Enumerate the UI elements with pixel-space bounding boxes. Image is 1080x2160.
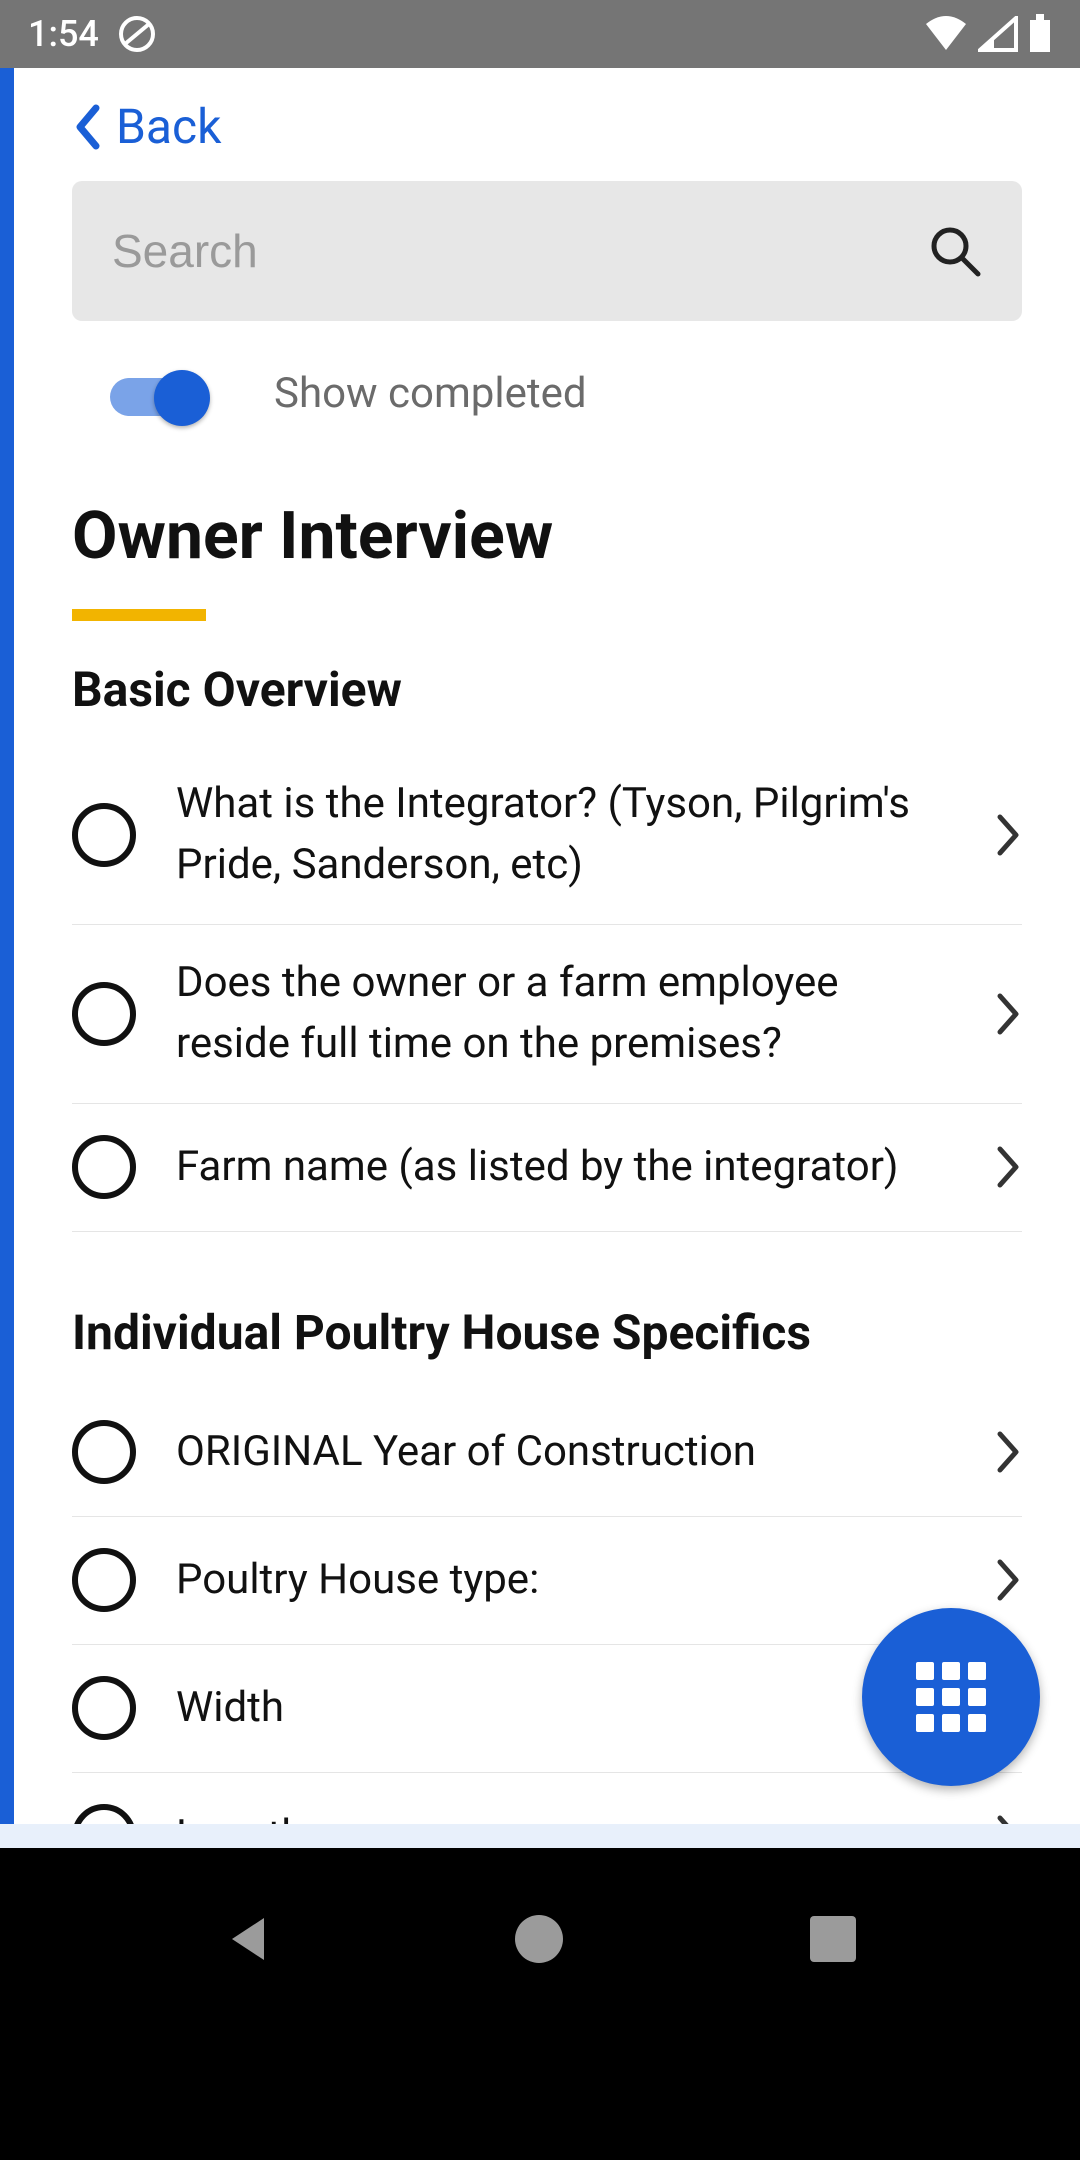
app-screen: Back Show completed Owner Interview Basi… — [0, 68, 1080, 1824]
section-heading: Basic Overview — [72, 661, 1022, 718]
status-circle-icon — [72, 803, 136, 867]
section-heading: Individual Poultry House Specifics — [72, 1304, 1022, 1361]
list-item-label: What is the Integrator? (Tyson, Pilgrim'… — [176, 774, 956, 896]
status-circle-icon — [72, 1676, 136, 1740]
list-item-label: Farm name (as listed by the integrator) — [176, 1137, 956, 1198]
cell-signal-icon — [978, 16, 1018, 52]
fab-menu-button[interactable] — [862, 1608, 1040, 1786]
nav-recent-button[interactable] — [810, 1916, 856, 1962]
chevron-right-icon — [996, 813, 1022, 857]
status-circle-icon — [72, 982, 136, 1046]
search-box[interactable] — [72, 181, 1022, 321]
status-circle-icon — [72, 1420, 136, 1484]
status-circle-icon — [72, 1135, 136, 1199]
list-item[interactable]: Length — [72, 1773, 1022, 1824]
battery-icon — [1028, 14, 1052, 54]
nav-back-button[interactable] — [224, 1914, 268, 1964]
chevron-right-icon — [996, 1814, 1022, 1824]
status-bar: 1:54 — [0, 0, 1080, 68]
wifi-icon — [924, 16, 968, 52]
android-nav-bar — [0, 1848, 1080, 2160]
list-item-label: Poultry House type: — [176, 1550, 956, 1611]
list-item[interactable]: Poultry House type: — [72, 1517, 1022, 1645]
back-button[interactable]: Back — [72, 68, 1022, 181]
list-item-label: Does the owner or a farm employee reside… — [176, 953, 956, 1075]
title-underline — [72, 609, 206, 621]
list-item[interactable]: What is the Integrator? (Tyson, Pilgrim'… — [72, 746, 1022, 925]
status-circle-icon — [72, 1548, 136, 1612]
status-time: 1:54 — [28, 13, 99, 55]
nav-home-button[interactable] — [515, 1915, 563, 1963]
list-item-label: Width — [176, 1678, 956, 1739]
grid-icon — [916, 1662, 986, 1732]
list-item[interactable]: ORIGINAL Year of Construction — [72, 1389, 1022, 1517]
chevron-left-icon — [72, 104, 102, 150]
list-item[interactable]: Farm name (as listed by the integrator) — [72, 1104, 1022, 1232]
show-completed-toggle[interactable] — [110, 370, 210, 418]
back-label: Back — [116, 98, 221, 155]
list-item-label: ORIGINAL Year of Construction — [176, 1422, 956, 1483]
do-not-disturb-icon — [117, 14, 157, 54]
chevron-right-icon — [996, 1558, 1022, 1602]
chevron-right-icon — [996, 992, 1022, 1036]
status-circle-icon — [72, 1804, 136, 1824]
show-completed-label: Show completed — [274, 369, 587, 418]
chevron-right-icon — [996, 1430, 1022, 1474]
search-input[interactable] — [112, 224, 928, 278]
search-icon[interactable] — [928, 224, 982, 278]
bottom-strip — [0, 1824, 1080, 1848]
list-item[interactable]: Does the owner or a farm employee reside… — [72, 925, 1022, 1104]
page-title: Owner Interview — [72, 498, 1022, 575]
list-item-label: Length — [176, 1806, 956, 1824]
chevron-right-icon — [996, 1145, 1022, 1189]
